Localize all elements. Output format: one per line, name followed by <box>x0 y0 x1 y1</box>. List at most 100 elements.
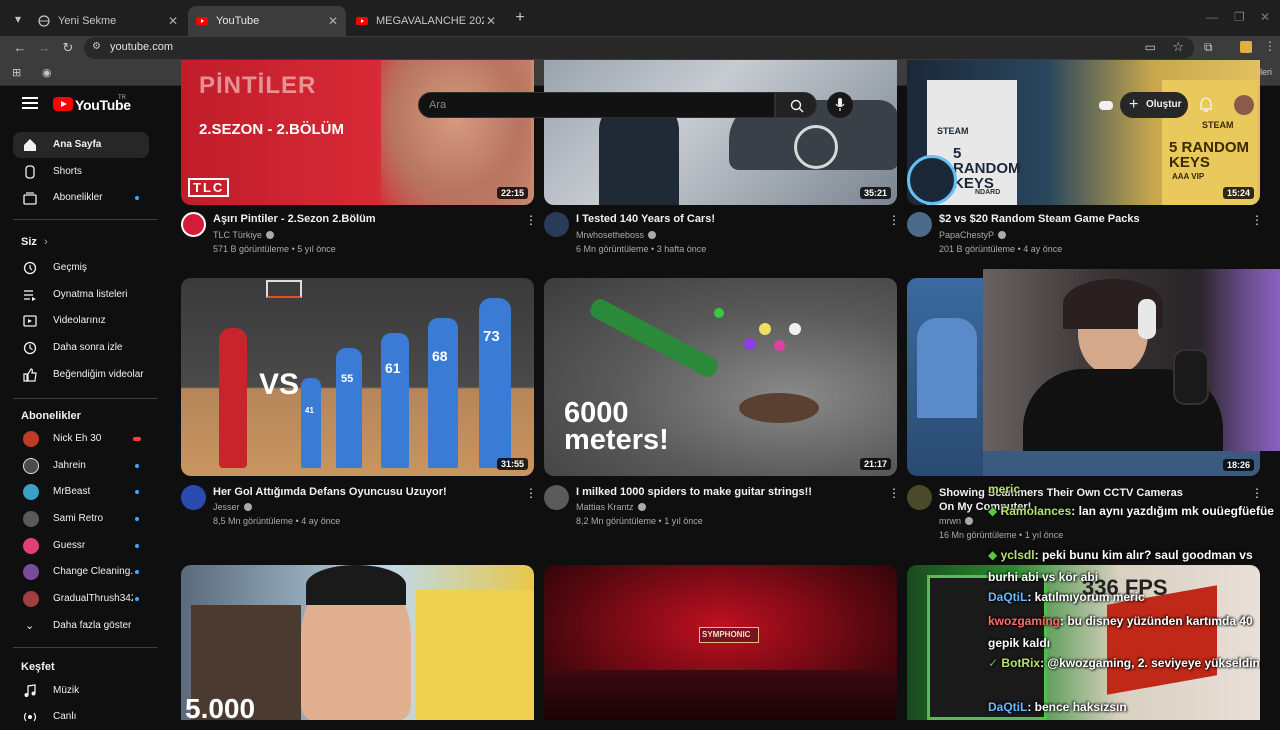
channel-name[interactable]: TLC Türkiye <box>213 230 274 240</box>
shorts-icon <box>25 165 35 179</box>
more-options-icon[interactable]: ⋮ <box>1251 214 1263 228</box>
browser-menu-icon[interactable]: ⋮ <box>1264 39 1276 53</box>
channel-avatar[interactable] <box>544 485 569 510</box>
back-icon[interactable]: ← <box>10 38 30 58</box>
channel-avatar[interactable] <box>181 485 206 510</box>
chat-username: Ramolances <box>1000 504 1072 518</box>
sidebar-item-your-videos[interactable]: Videolarınız <box>13 308 149 334</box>
new-tab-button[interactable]: + <box>510 8 530 28</box>
cast-icon[interactable]: ▭ <box>1145 40 1156 54</box>
chrome-icon[interactable]: ◉ <box>42 66 52 79</box>
tab-youtube[interactable]: YouTube ✕ <box>188 6 346 36</box>
video-title[interactable]: $2 vs $20 Random Steam Game Packs <box>939 213 1140 225</box>
menu-icon[interactable] <box>22 97 38 109</box>
tab-title: Yeni Sekme <box>58 15 117 27</box>
thumbnail-text: SYMPHONIC <box>702 630 751 639</box>
extensions-icon[interactable]: ⧉ <box>1204 40 1213 55</box>
tab-close-icon[interactable]: ✕ <box>486 6 496 36</box>
more-options-icon[interactable]: ⋮ <box>525 487 537 501</box>
forward-icon[interactable]: → <box>34 38 54 58</box>
sidebar-item-subscription[interactable]: GradualThrush342 <box>13 586 149 612</box>
channel-name[interactable]: mrwn <box>939 516 973 526</box>
sidebar-item-subscription[interactable]: Nick Eh 30 <box>13 426 149 452</box>
video-thumbnail[interactable]: PİNTİLER 2.SEZON - 2.BÖLÜM TLC 22:15 <box>181 60 534 205</box>
channel-avatar[interactable] <box>181 212 206 237</box>
video-thumbnail[interactable]: SYMPHONIC <box>544 565 897 720</box>
tab-title: MEGAVALANCHE 2024 😱 FULL <box>376 15 484 27</box>
you-section-heading[interactable]: Siz › <box>21 236 48 248</box>
sidebar-item-watch-later[interactable]: Daha sonra izle <box>13 335 149 361</box>
video-thumbnail[interactable]: STEAM 5 RANDOM KEYS NDARD STEAM 5 RANDOM… <box>907 60 1260 205</box>
sidebar-item-subscription[interactable]: Sami Retro <box>13 506 149 532</box>
sidebar-item-shorts[interactable]: Shorts <box>13 159 149 185</box>
sidebar-item-label: Videolarınız <box>53 315 106 326</box>
card-label: NDARD <box>975 189 1001 196</box>
steam-logo-icon <box>907 155 957 205</box>
sidebar-item-subscription[interactable]: MrBeast <box>13 479 149 505</box>
avatar[interactable] <box>1234 95 1254 115</box>
player-figure <box>381 333 409 468</box>
more-options-icon[interactable]: ⋮ <box>888 487 900 501</box>
video-title[interactable]: Aşırı Pintiler - 2.Sezon 2.Bölüm <box>213 213 376 225</box>
history-icon <box>23 261 37 275</box>
channel-avatar[interactable] <box>907 485 932 510</box>
thumbnail-text: 5 RANDOM KEYS <box>1169 139 1250 171</box>
omnibox[interactable]: ⚙ youtube.com ▭ ☆ <box>84 37 1194 59</box>
sidebar-show-more[interactable]: ⌄ Daha fazla göster <box>13 613 149 639</box>
video-thumbnail[interactable] <box>907 278 983 476</box>
voice-search-button[interactable] <box>827 92 853 118</box>
more-options-icon[interactable]: ⋮ <box>888 214 900 228</box>
apps-grid-icon[interactable]: ⊞ <box>12 66 21 79</box>
video-duration: 35:21 <box>859 187 891 199</box>
tab-close-icon[interactable]: ✕ <box>328 6 338 36</box>
tab-search-icon[interactable]: ▾ <box>8 9 28 29</box>
maximize-icon[interactable]: ❐ <box>1234 10 1245 24</box>
video-title[interactable]: I Tested 140 Years of Cars! <box>576 213 715 225</box>
minimize-icon[interactable]: — <box>1206 10 1218 24</box>
video-title[interactable]: Her Gol Attığımda Defans Oyuncusu Uzuyor… <box>213 486 447 498</box>
video-thumbnail[interactable]: 5.000 <box>181 565 534 720</box>
sidebar-item-liked-videos[interactable]: Beğendiğim videolar <box>13 362 149 388</box>
tab-new-tab[interactable]: Yeni Sekme ✕ <box>30 6 186 36</box>
sidebar-item-home[interactable]: Ana Sayfa <box>13 132 149 158</box>
sidebar-item-subscription[interactable]: Jahrein <box>13 453 149 479</box>
tab-close-icon[interactable]: ✕ <box>168 6 178 36</box>
reload-icon[interactable]: ↻ <box>58 38 78 58</box>
channel-avatar[interactable] <box>544 212 569 237</box>
verified-icon <box>998 231 1007 239</box>
create-button[interactable]: Oluştur <box>1120 92 1188 118</box>
search-input[interactable]: Ara <box>418 92 775 118</box>
video-thumbnail[interactable]: 6000 meters! 21:17 <box>544 278 897 476</box>
view-count: 8,2 Mn görüntüleme <box>576 516 657 526</box>
bookmark-star-icon[interactable]: ☆ <box>1172 39 1184 55</box>
channel-name[interactable]: Jesser <box>213 502 252 512</box>
video-thumbnail[interactable]: VS 41 55 61 68 73 31:55 <box>181 278 534 476</box>
sidebar-item-history[interactable]: Geçmiş <box>13 255 149 281</box>
close-window-icon[interactable]: ✕ <box>1260 10 1270 24</box>
video-duration: 22:15 <box>496 187 528 199</box>
gaming-icon[interactable] <box>1096 95 1116 115</box>
chat-text: : lan aynı yazdığım mk ouüegfüefüe <box>1071 504 1274 518</box>
channel-name[interactable]: Mrwhosetheboss <box>576 230 657 240</box>
new-content-dot <box>135 597 139 601</box>
sidebar-item-music[interactable]: Müzik <box>13 678 149 704</box>
sidebar-item-subscriptions[interactable]: Abonelikler <box>13 185 149 211</box>
sidebar-item-subscription[interactable]: Guessr <box>13 533 149 559</box>
search-button[interactable] <box>775 92 817 118</box>
sidebar-item-live[interactable]: Canlı <box>13 704 149 730</box>
sidebar-divider <box>13 219 158 220</box>
profile-extension-icon[interactable] <box>1240 41 1252 53</box>
channel-name[interactable]: PapaChestyP <box>939 230 1007 240</box>
video-title[interactable]: I milked 1000 spiders to make guitar str… <box>576 486 812 498</box>
channel-name[interactable]: Mattias Krantz <box>576 502 646 512</box>
channel-avatar[interactable] <box>907 212 932 237</box>
sidebar-item-subscription[interactable]: Change Cleaning... <box>13 559 149 585</box>
sidebar-item-playlists[interactable]: Oynatma listeleri <box>13 282 149 308</box>
notifications-bell-icon[interactable] <box>1196 95 1216 115</box>
video-thumbnail[interactable]: 35:21 <box>544 60 897 205</box>
jersey-number: 61 <box>385 360 401 376</box>
youtube-logo-icon[interactable] <box>53 97 73 111</box>
tab-megavalanche[interactable]: MEGAVALANCHE 2024 😱 FULL ✕ <box>348 6 504 36</box>
more-options-icon[interactable]: ⋮ <box>525 214 537 228</box>
site-info-icon[interactable]: ⚙ <box>92 41 104 55</box>
